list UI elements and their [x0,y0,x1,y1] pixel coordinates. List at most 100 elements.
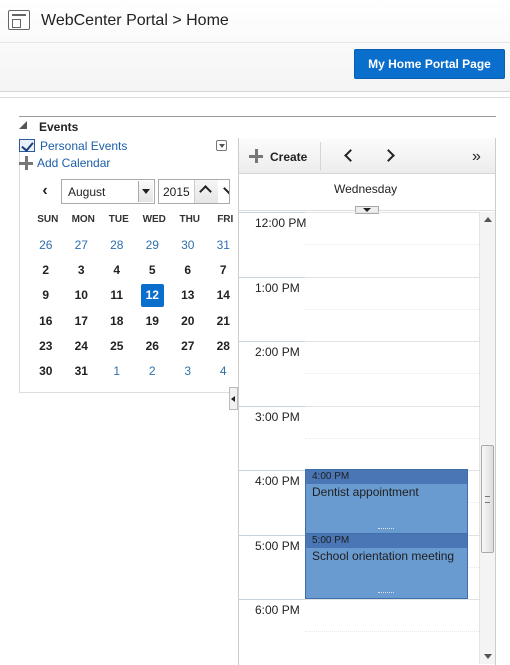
calendar-day-number: 2 [42,263,50,278]
calendar-day-number: 2 [148,363,156,378]
calendar-day-number: 27 [74,238,88,252]
hour-divider [239,534,305,536]
year-value: 2015 [163,185,190,199]
weekday-label: MON [71,214,95,225]
calendar-day[interactable]: 27 [170,335,206,360]
calendar-day-number: 10 [74,288,88,303]
calendar-day[interactable]: 17 [64,310,100,335]
calendar-day[interactable]: 21 [206,310,242,335]
my-home-portal-page-button[interactable]: My Home Portal Page [354,49,505,79]
calendar-day-number: 28 [216,338,230,353]
mini-calendar-grid: 26 27 28 29 30 31 2 3 4 5 6 7 9 10 11 12 13 14 16 17 18 19 20 2… [28,234,238,385]
calendar-day[interactable]: 4 [99,259,135,284]
calendar-day[interactable]: 13 [170,284,206,309]
hour-row[interactable]: 12:00 PM [239,212,479,277]
day-view-scrollbar[interactable] [479,212,495,664]
hour-row[interactable]: 1:00 PM [239,276,479,342]
calendar-day-number: 6 [184,263,192,278]
previous-month-button[interactable]: ‹ [36,181,54,201]
calendar-options-dropdown-icon[interactable] [216,140,227,151]
calendar-day[interactable]: 23 [28,335,64,360]
half-hour-divider [305,373,479,374]
month-dropdown-arrow-icon[interactable] [138,181,153,202]
scroll-down-arrow-icon[interactable] [484,654,492,659]
create-button[interactable]: Create [270,150,307,164]
month-select[interactable]: August [61,179,155,204]
calendar-day[interactable]: 30 [170,234,206,259]
calendar-day[interactable]: 3 [170,360,206,385]
pane-collapse-splitter[interactable] [229,387,238,410]
calendar-day-number: 3 [184,363,192,378]
calendar-day[interactable]: 3 [64,259,100,284]
previous-day-button[interactable] [342,148,356,164]
calendar-event[interactable]: 5:00 PM School orientation meeting [305,533,468,599]
hour-row[interactable]: 3:00 PM [239,405,479,471]
calendar-day-number: 25 [110,338,124,353]
year-spinner[interactable]: 2015 [158,179,230,204]
hour-row[interactable]: 2:00 PM [239,341,479,406]
weekday-header-row: SUN MON TUE WED THU FRI [30,214,240,228]
events-panel-header[interactable]: Events [19,116,496,138]
hour-divider [239,276,305,278]
calendar-day-number: 4 [219,363,227,378]
event-resize-handle[interactable] [378,592,394,594]
event-resize-handle[interactable] [378,528,394,530]
event-time: 5:00 PM [306,534,467,548]
calendar-day[interactable]: 24 [64,335,100,360]
add-calendar-plus-icon[interactable] [19,156,33,170]
calendar-day-selected[interactable]: 12 [135,284,171,309]
calendar-day[interactable]: 25 [99,335,135,360]
year-increment-button[interactable] [194,180,218,203]
collapse-triangle-icon[interactable] [19,121,27,129]
calendar-day[interactable]: 31 [64,360,100,385]
add-calendar-link[interactable]: Add Calendar [37,156,110,170]
scrollbar-thumb[interactable] [481,445,494,553]
year-decrement-button[interactable] [219,180,229,203]
hour-label: 12:00 PM [255,216,307,230]
calendar-day[interactable]: 10 [64,284,100,309]
calendar-day[interactable]: 18 [99,310,135,335]
half-hour-divider [305,437,479,439]
calendar-day[interactable]: 6 [170,259,206,284]
calendar-day[interactable]: 2 [135,360,171,385]
scroll-up-arrow-icon[interactable] [484,217,492,222]
calendar-day-number: 30 [181,238,195,252]
page-title: WebCenter Portal > Home [41,12,229,29]
next-day-button[interactable] [383,148,397,164]
calendar-day[interactable]: 27 [64,234,100,259]
calendar-day-number: 26 [145,338,159,353]
calendar-day[interactable]: 14 [206,284,242,309]
calendar-day[interactable]: 7 [206,259,242,284]
calendar-day[interactable]: 31 [206,234,242,259]
hour-row[interactable]: 6:00 PM [239,599,479,664]
calendar-day[interactable]: 29 [135,234,171,259]
personal-events-link[interactable]: Personal Events [40,139,127,153]
calendar-day[interactable]: 11 [99,284,135,309]
calendar-day-number: 4 [113,263,121,278]
calendar-week-row: 2 3 4 5 6 7 [28,259,238,284]
calendar-day[interactable]: 9 [28,284,64,309]
calendar-day[interactable]: 30 [28,360,64,385]
calendar-day[interactable]: 19 [135,310,171,335]
calendar-event[interactable]: 4:00 PM Dentist appointment [305,469,468,535]
hour-divider [239,212,305,213]
calendar-day[interactable]: 28 [206,335,242,360]
calendar-day[interactable]: 2 [28,259,64,284]
calendar-day-number: 7 [219,263,227,278]
event-title: Dentist appointment [312,485,419,499]
toolbar-overflow-button[interactable]: » [472,148,481,166]
calendar-day[interactable]: 5 [135,259,171,284]
hour-label: 3:00 PM [255,409,300,424]
calendar-day[interactable]: 26 [28,234,64,259]
day-name-label: Wednesday [334,182,398,196]
calendar-day[interactable]: 20 [170,310,206,335]
calendar-day[interactable]: 26 [135,335,171,360]
create-plus-icon[interactable] [249,149,263,163]
personal-events-checkbox[interactable] [19,139,35,152]
calendar-day[interactable]: 4 [206,360,242,385]
header-divider [0,42,510,43]
calendar-day-number: 16 [39,313,53,328]
calendar-day[interactable]: 1 [99,360,135,385]
calendar-day[interactable]: 28 [99,234,135,259]
calendar-day[interactable]: 16 [28,310,64,335]
